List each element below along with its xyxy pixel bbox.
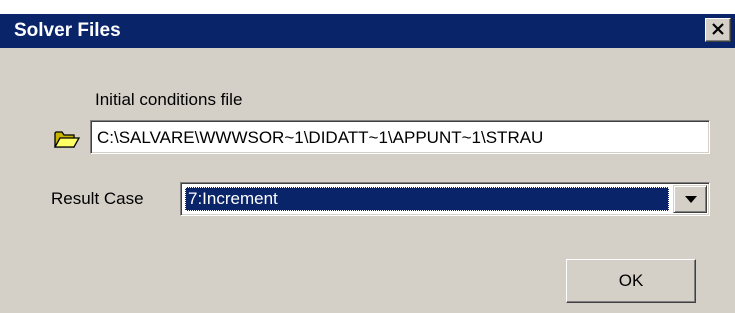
title-bar[interactable]: Solver Files	[0, 14, 735, 48]
close-button[interactable]	[705, 18, 731, 42]
solver-files-dialog: Solver Files Initial conditions file C:\…	[0, 14, 735, 313]
ok-button[interactable]: OK	[566, 259, 696, 303]
initial-conditions-label: Initial conditions file	[95, 90, 243, 109]
result-case-select[interactable]: 7:Increment	[180, 182, 710, 216]
result-case-selected-text: 7:Increment	[188, 189, 278, 208]
result-case-selected-item: 7:Increment	[185, 187, 669, 211]
initial-conditions-file-value: C:\SALVARE\WWWSOR~1\DIDATT~1\APPUNT~1\ST…	[97, 128, 544, 147]
close-icon	[712, 23, 724, 35]
chevron-down-icon	[685, 196, 697, 203]
folder-open-icon[interactable]	[53, 129, 81, 149]
result-case-label: Result Case	[51, 189, 144, 208]
window-title: Solver Files	[14, 20, 121, 41]
initial-conditions-file-field[interactable]: C:\SALVARE\WWWSOR~1\DIDATT~1\APPUNT~1\ST…	[90, 120, 710, 154]
result-case-dropdown-button[interactable]	[673, 185, 707, 213]
